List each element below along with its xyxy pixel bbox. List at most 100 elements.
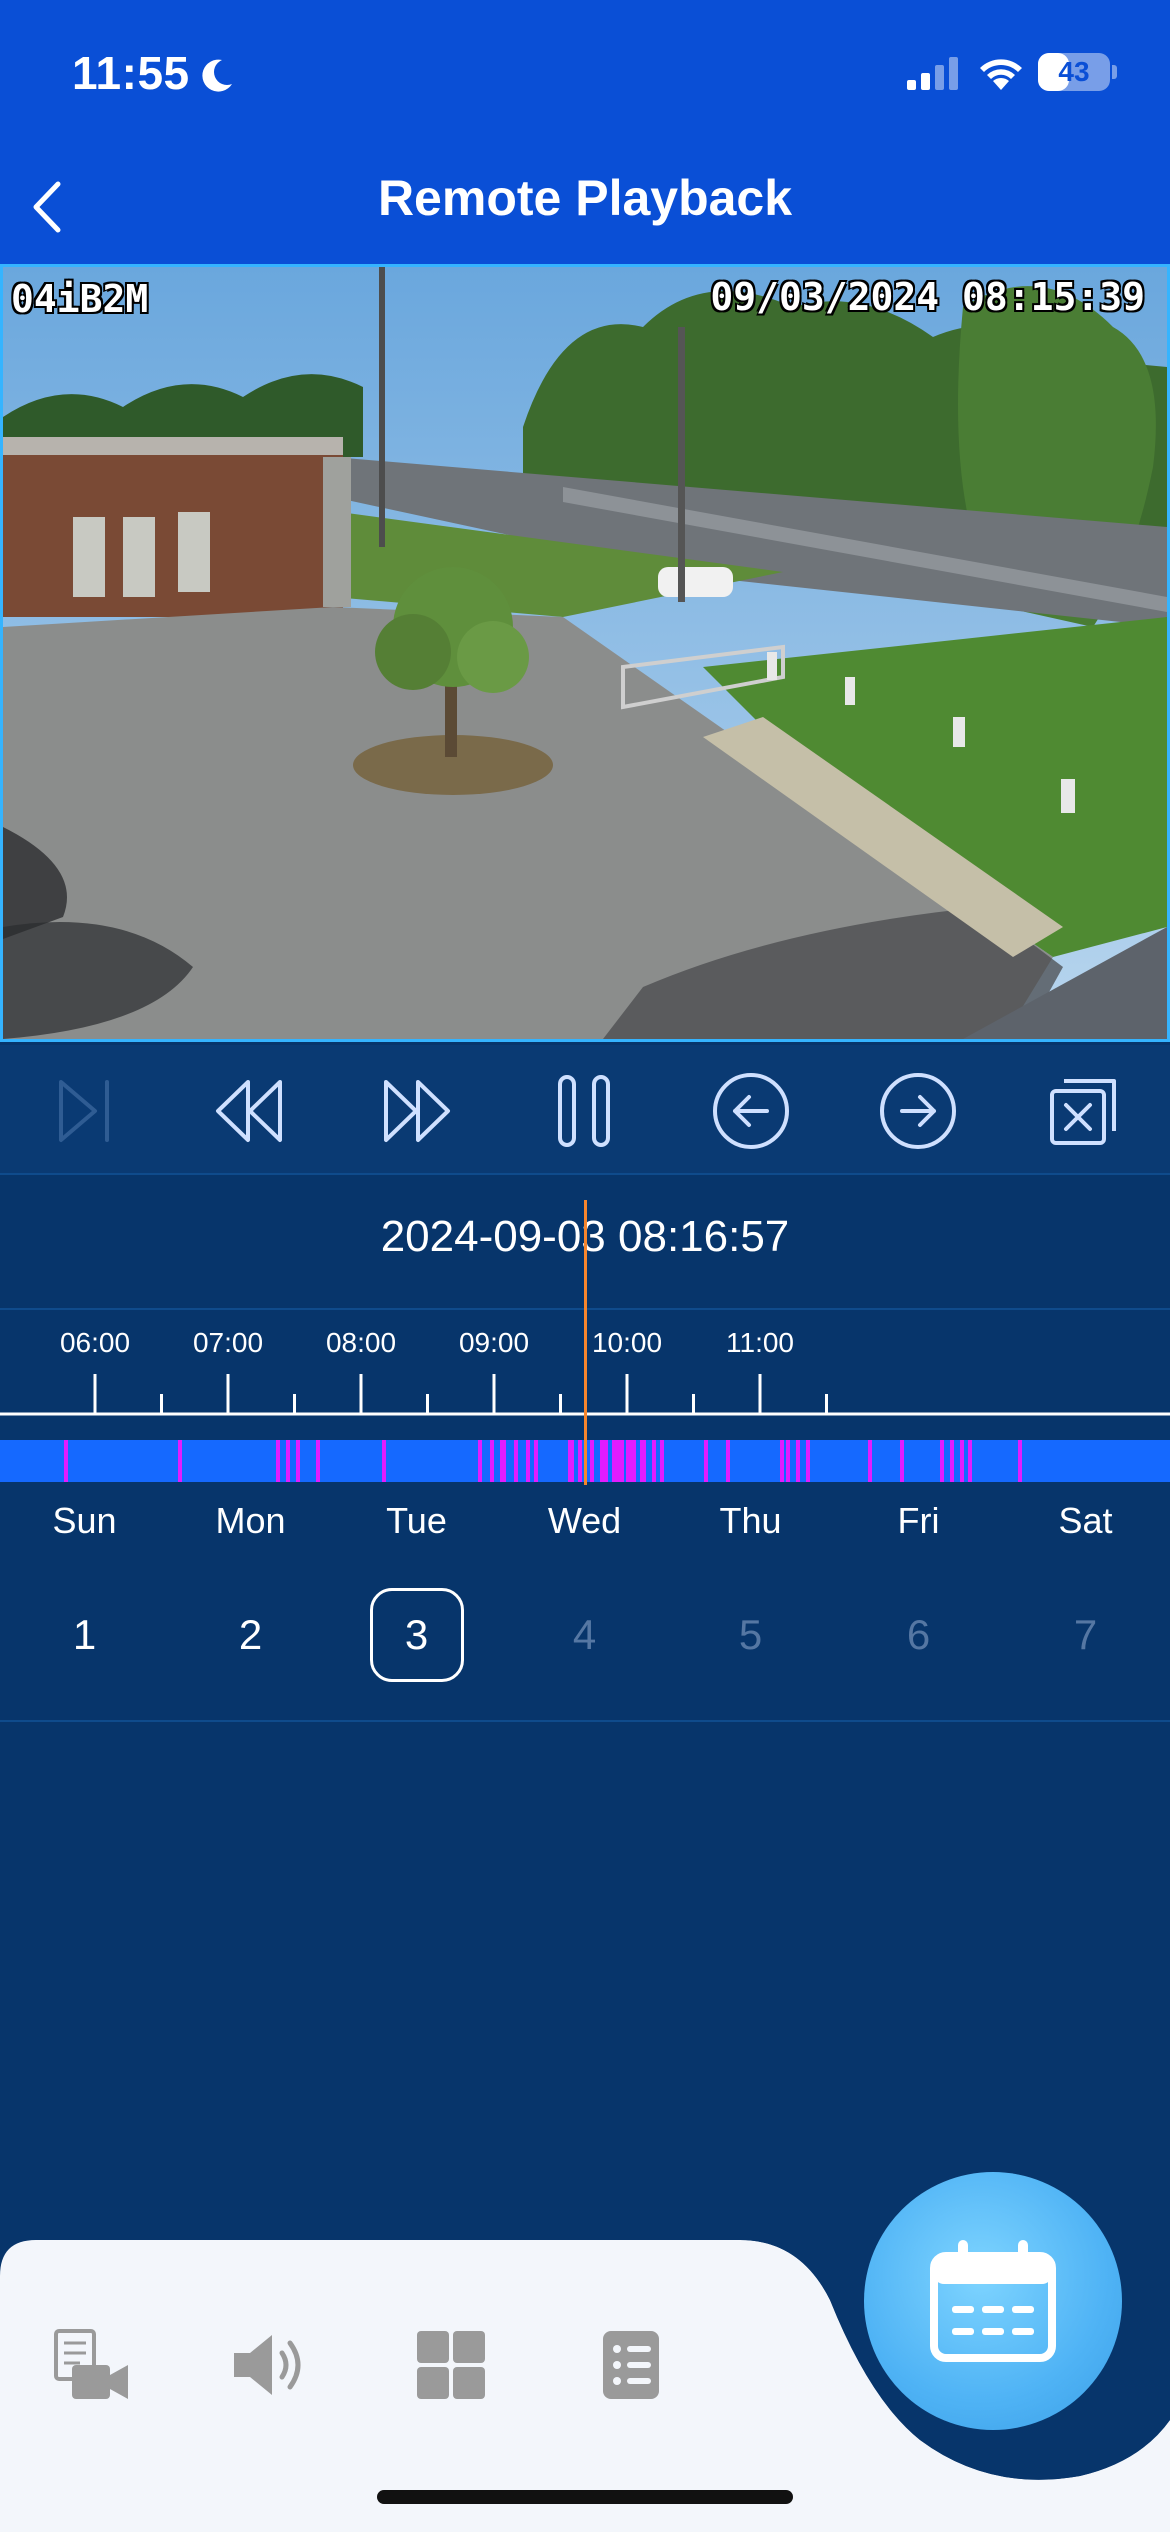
status-time: 11:55 [72, 47, 190, 99]
date-number: 3 [369, 1588, 464, 1682]
event-marker [64, 1440, 68, 1482]
weekday-label: Tue [386, 1500, 447, 1541]
event-marker [1018, 1440, 1022, 1482]
grid-layout-icon [417, 2331, 485, 2399]
date-cell: 5 [667, 1588, 834, 1682]
camera-label: 04iB2M [11, 277, 149, 321]
divider [0, 1720, 1170, 1722]
battery-icon: 43 [1038, 53, 1110, 91]
pause-icon [558, 1075, 610, 1147]
rewind-button[interactable] [202, 1063, 298, 1159]
weekday-label: Thu [719, 1500, 782, 1541]
weekday-label: Sat [1058, 1500, 1113, 1541]
hour-label: 11:00 [726, 1327, 794, 1358]
event-marker [900, 1440, 904, 1482]
fast-forward-icon [384, 1080, 450, 1142]
status-bar: 11:55 43 [0, 0, 1170, 150]
event-marker [640, 1440, 646, 1482]
fast-forward-button[interactable] [368, 1063, 464, 1159]
weekday-label: Wed [547, 1500, 622, 1541]
next-frame-button[interactable] [36, 1063, 132, 1159]
skip-forward-icon [59, 1080, 109, 1142]
hour-label: 08:00 [326, 1327, 396, 1358]
list-icon [603, 2331, 659, 2399]
camera-feed-image [3, 267, 1167, 1039]
hour-label: 10:00 [592, 1327, 662, 1358]
rewind-icon [216, 1080, 282, 1142]
event-marker [316, 1440, 320, 1482]
close-window-button[interactable] [1036, 1063, 1132, 1159]
event-marker [276, 1440, 280, 1482]
date-cell: 4 [501, 1588, 668, 1682]
date-number: 1 [72, 1611, 97, 1658]
navigation-bar: Remote Playback [0, 150, 1170, 264]
hour-label: 09:00 [459, 1327, 529, 1358]
date-cell[interactable]: 2 [167, 1588, 334, 1682]
event-marker [526, 1440, 530, 1482]
next-button[interactable] [870, 1063, 966, 1159]
tab-audio[interactable] [218, 2320, 318, 2410]
weekday-label: Fri [897, 1500, 940, 1541]
event-marker [578, 1440, 582, 1482]
date-number: 5 [738, 1611, 763, 1658]
video-player[interactable]: 04iB2M 09/03/2024 08:15:39 [0, 264, 1170, 1042]
event-marker [796, 1440, 800, 1482]
event-marker [590, 1440, 594, 1482]
weekday-label: Mon [215, 1500, 286, 1541]
event-marker [786, 1440, 790, 1482]
arrow-right-circle-icon [880, 1073, 956, 1149]
tab-layout[interactable] [401, 2320, 501, 2410]
event-marker [660, 1440, 664, 1482]
date-cell[interactable]: 1 [1, 1588, 168, 1682]
event-marker [726, 1440, 730, 1482]
event-marker [568, 1440, 574, 1482]
cellular-signal-icon [907, 57, 958, 90]
event-marker [704, 1440, 708, 1482]
event-marker [514, 1440, 518, 1482]
event-marker [780, 1440, 784, 1482]
hour-label: 06:00 [60, 1327, 130, 1358]
event-marker [612, 1440, 624, 1482]
selected-date[interactable]: 3 [333, 1588, 500, 1682]
event-marker [478, 1440, 482, 1482]
remote-playback-screen: 11:55 43 Remote Playback 04iB2M 09/03/20… [0, 0, 1170, 2532]
event-marker [940, 1440, 944, 1482]
event-marker [296, 1440, 300, 1482]
battery-cap [1112, 65, 1117, 79]
playback-controls [0, 1045, 1170, 1175]
event-marker [382, 1440, 386, 1482]
wifi-icon [980, 59, 1022, 90]
tab-video-record[interactable] [42, 2320, 142, 2410]
date-number: 6 [906, 1611, 931, 1658]
date-number: 4 [572, 1611, 597, 1658]
pause-button[interactable] [536, 1063, 632, 1159]
event-marker [600, 1440, 608, 1482]
home-indicator [377, 2490, 793, 2504]
date-cell: 7 [1002, 1588, 1169, 1682]
close-window-icon [1050, 1079, 1116, 1145]
hour-label: 07:00 [193, 1327, 263, 1358]
event-marker [950, 1440, 954, 1482]
event-marker [534, 1440, 538, 1482]
event-marker [652, 1440, 656, 1482]
event-marker [960, 1440, 964, 1482]
event-marker [968, 1440, 972, 1482]
event-marker [286, 1440, 290, 1482]
speaker-icon [234, 2335, 301, 2395]
previous-button[interactable] [703, 1063, 799, 1159]
calendar-icon [930, 2240, 1056, 2362]
weekday-label: Sun [52, 1500, 117, 1541]
event-marker [500, 1440, 506, 1482]
calendar-button[interactable] [864, 2172, 1122, 2430]
page-title: Remote Playback [377, 170, 793, 226]
tab-list[interactable] [581, 2320, 681, 2410]
event-marker [806, 1440, 810, 1482]
timeline-playhead[interactable] [584, 1200, 587, 1485]
date-number: 7 [1073, 1611, 1098, 1658]
battery-level: 43 [1058, 56, 1090, 87]
moon-icon [202, 59, 232, 92]
event-marker [626, 1440, 636, 1482]
event-marker [178, 1440, 182, 1482]
date-number: 2 [238, 1611, 263, 1658]
video-timestamp: 09/03/2024 08:15:39 [710, 275, 1145, 319]
